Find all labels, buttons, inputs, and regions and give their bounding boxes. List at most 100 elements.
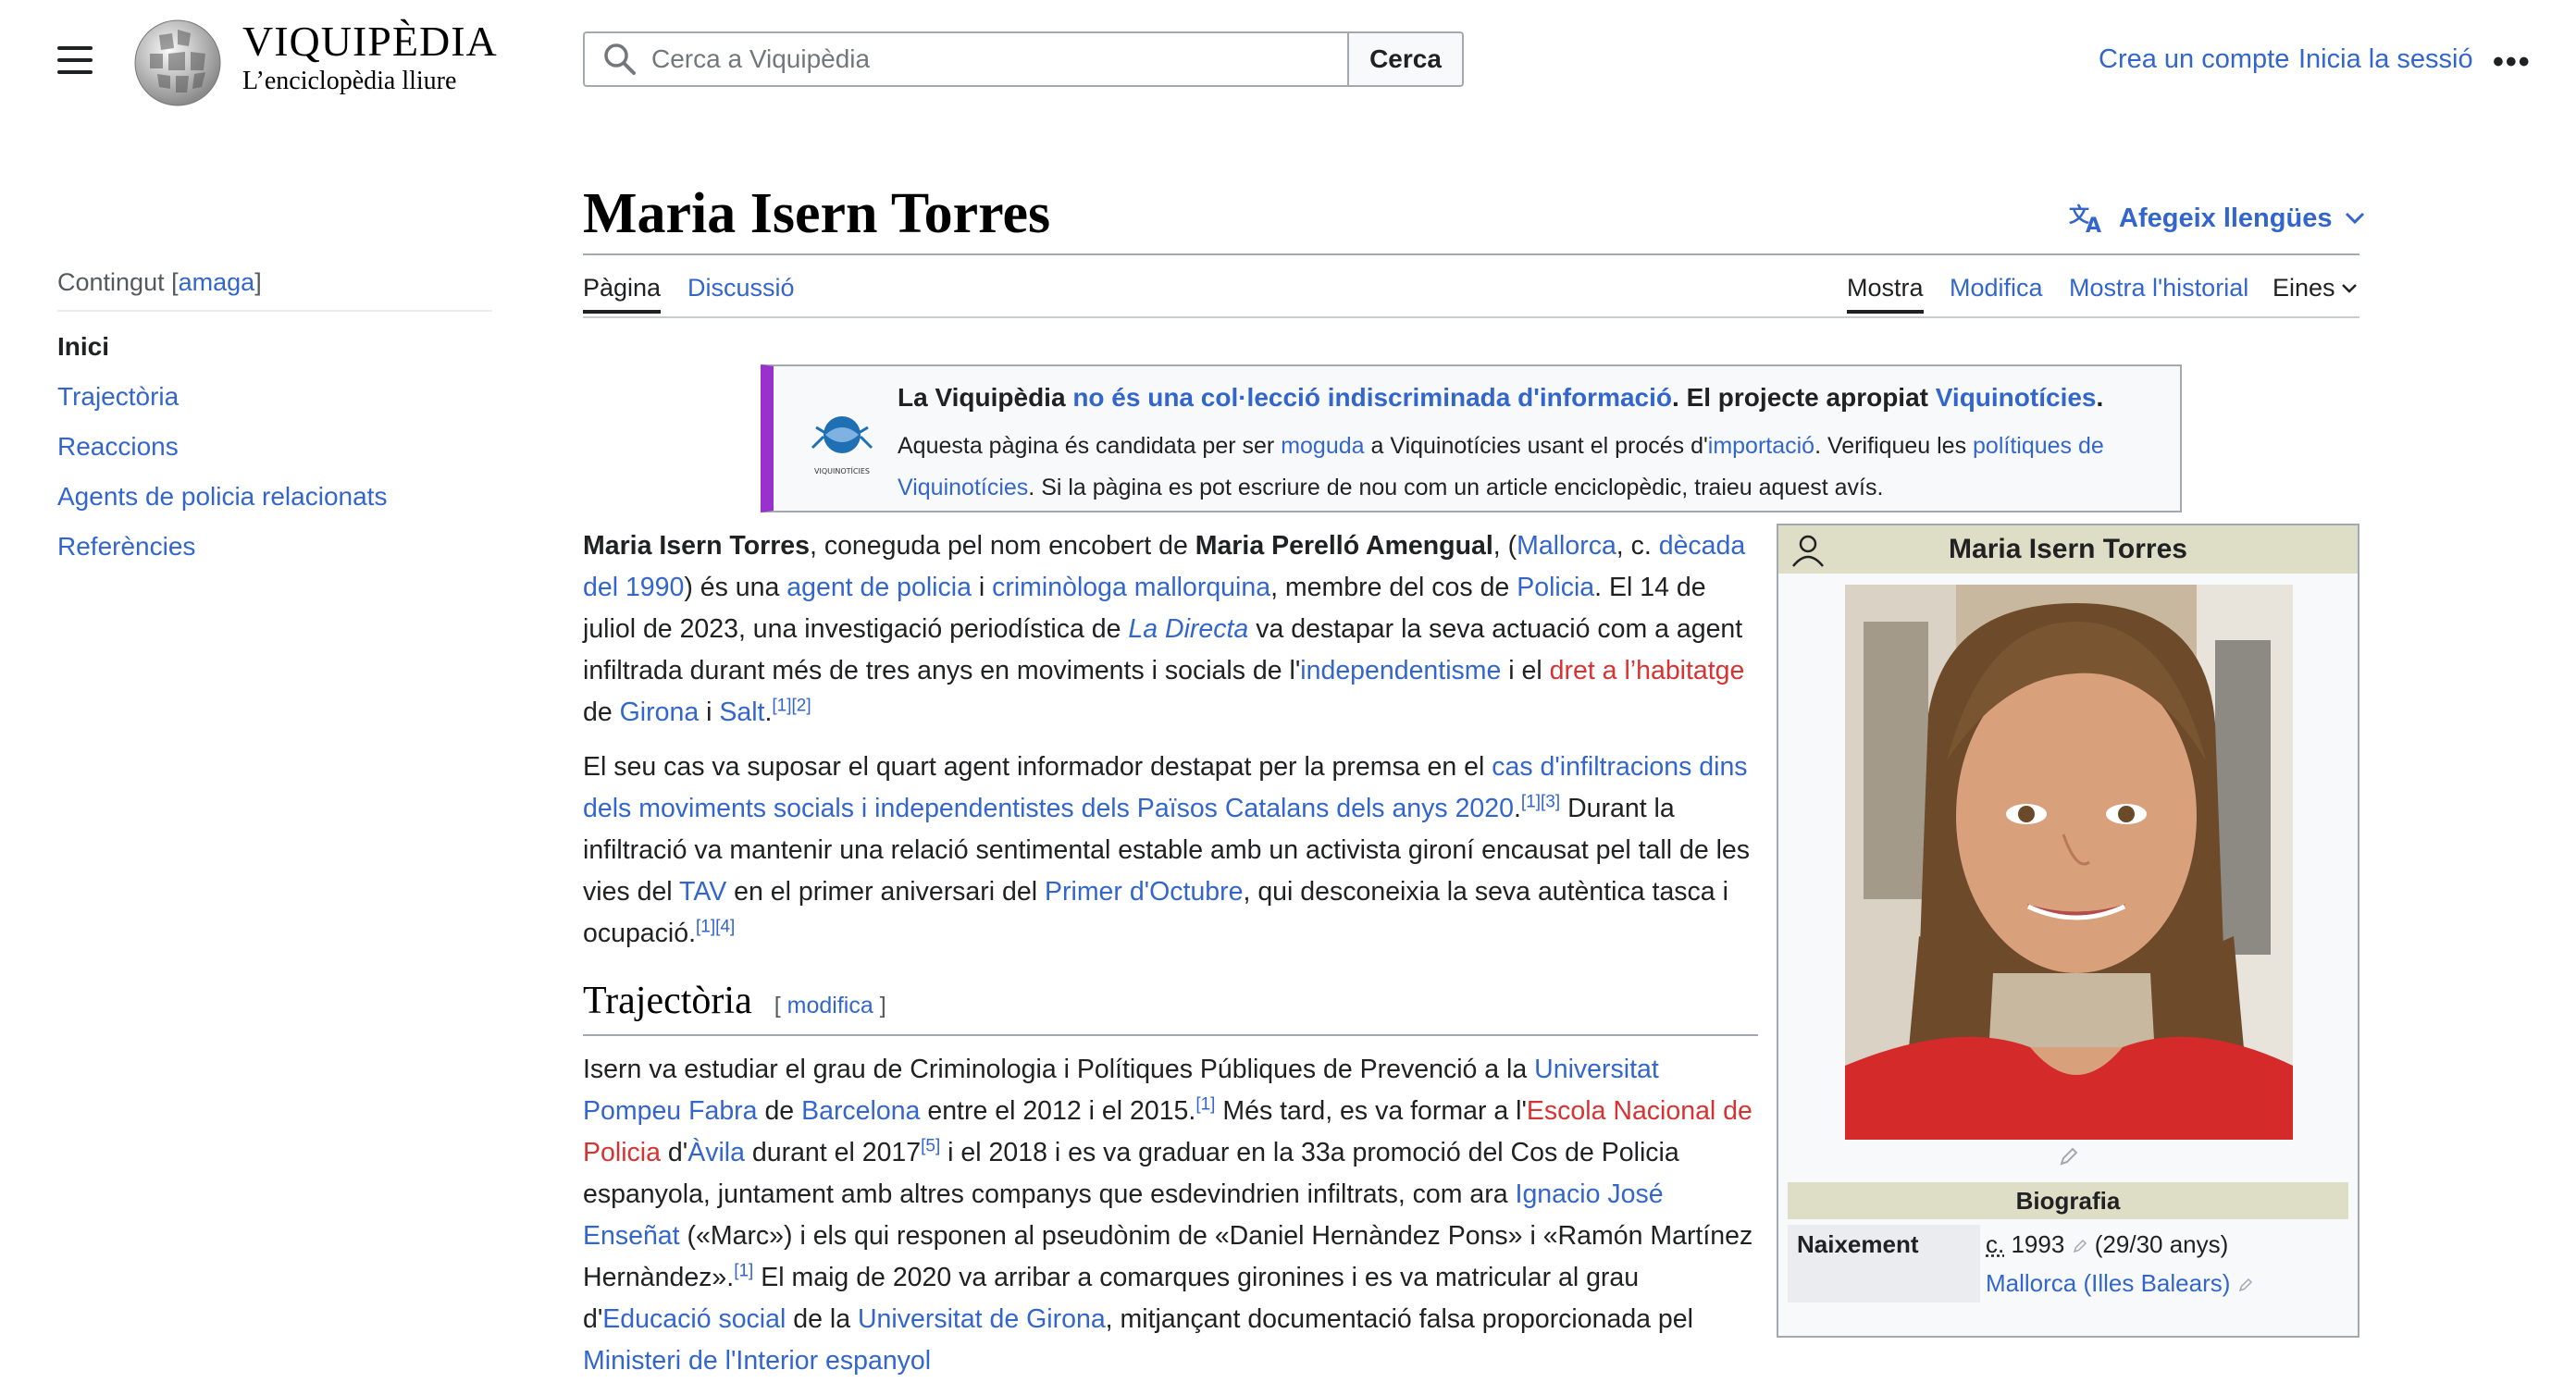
wikipedia-globe-icon[interactable] [131, 17, 224, 109]
notice-body: Aquesta pàgina és candidata per ser mogu… [898, 426, 2174, 509]
title-divider [583, 253, 2359, 255]
link-social-education[interactable]: Educació social [602, 1304, 786, 1334]
create-account-link[interactable]: Crea un compte [2099, 44, 2289, 75]
add-languages-button[interactable]: 文 A Afegeix llengües [2069, 202, 2365, 235]
link-primer-octubre[interactable]: Primer d'Octubre [1045, 877, 1244, 907]
article-body: Maria Isern Torres, coneguda pel nom enc… [583, 525, 1758, 1395]
notice-text: . Si la pàgina es pot escriure de nou co… [1028, 475, 1884, 500]
notice-text: . Verifiqueu les [1814, 433, 1974, 459]
birth-year: 1993 [2004, 1230, 2065, 1258]
text: Isern va estudiar el grau de Criminologi… [583, 1055, 1535, 1084]
notice-text: . [2096, 383, 2104, 412]
reference-link[interactable]: [2] [792, 697, 811, 716]
search-button[interactable]: Cerca [1347, 31, 1464, 87]
edit-image-pencil-icon[interactable] [2058, 1145, 2080, 1167]
birth-date: c. 1993 (29/30 anys) [1986, 1230, 2228, 1259]
toc-item-referencies[interactable]: Referències [57, 532, 492, 562]
site-wordmark[interactable]: VIQUIPÈDIA [242, 17, 498, 66]
text: de [583, 698, 620, 727]
text: , mitjançant documentació falsa proporci… [1105, 1304, 1693, 1334]
site-tagline: L’enciclopèdia lliure [242, 67, 457, 95]
text: , coneguda pel nom encobert de [810, 531, 1195, 561]
link-barcelona[interactable]: Barcelona [801, 1096, 920, 1126]
paragraph-3: Isern va estudiar el grau de Criminologi… [583, 1049, 1758, 1382]
redlink-housing-right[interactable]: dret a l’habitatge [1550, 656, 1745, 685]
tabs-divider [583, 316, 2359, 318]
link-independentisme[interactable]: independentisme [1300, 656, 1501, 685]
reference-link[interactable]: [1] [734, 1262, 753, 1281]
link-udg[interactable]: Universitat de Girona [858, 1304, 1106, 1334]
tab-page[interactable]: Pàgina [583, 274, 662, 314]
link-salt[interactable]: Salt [719, 698, 764, 727]
text: , ( [1492, 531, 1517, 561]
toc-title: Contingut [57, 268, 165, 296]
viquinoticies-link[interactable]: Viquinotícies [1936, 383, 2097, 412]
link-criminologist[interactable]: criminòloga mallorquina [992, 573, 1270, 602]
text: i el [1501, 656, 1550, 685]
infobox: Maria Isern Torres Biografia Naixement c… [1777, 524, 2359, 1338]
text: , membre del cos de [1270, 573, 1517, 602]
link-girona[interactable]: Girona [620, 698, 700, 727]
text: . [1513, 794, 1521, 823]
toc-item-agents[interactable]: Agents de policia relacionats [57, 482, 492, 512]
bracket: [ [774, 993, 781, 1018]
search-field[interactable] [583, 31, 1347, 87]
link-mallorca[interactable]: Mallorca [1517, 531, 1616, 561]
moguda-link[interactable]: moguda [1281, 433, 1364, 459]
infobox-title: Maria Isern Torres [1778, 525, 2358, 574]
reference-link[interactable]: [1] [772, 697, 791, 716]
reference-link[interactable]: [1] [696, 918, 715, 937]
text: de la [786, 1304, 858, 1334]
tab-history[interactable]: Mostra l'historial [2069, 274, 2248, 314]
more-options-icon[interactable]: ••• [2493, 44, 2532, 80]
reference-link[interactable]: [5] [921, 1137, 940, 1156]
link-la-directa[interactable]: La Directa [1128, 614, 1248, 644]
indiscriminate-info-link[interactable]: no és una col·lecció indiscriminada d'in… [1072, 383, 1672, 412]
search-icon [604, 43, 636, 75]
search-input[interactable] [650, 43, 1301, 75]
section-heading-trajectoria: Trajectòria [ modifica ] [583, 981, 1758, 1036]
edit-pencil-icon[interactable] [2072, 1238, 2088, 1254]
toc-item-inici[interactable]: Inici [57, 332, 492, 362]
edit-pencil-icon[interactable] [2237, 1277, 2254, 1293]
link-policia[interactable]: Policia [1517, 573, 1594, 602]
importacio-link[interactable]: importació [1708, 433, 1814, 459]
text: d' [660, 1138, 688, 1167]
login-link[interactable]: Inicia la sessió [2298, 44, 2473, 75]
tab-talk[interactable]: Discussió [687, 274, 795, 314]
reference-link[interactable]: [1] [1195, 1095, 1215, 1115]
toc-heading: Contingut [amaga] [57, 268, 492, 312]
link-tav[interactable]: TAV [679, 877, 726, 907]
toc-bracket-open: [ [171, 268, 179, 296]
tab-edit[interactable]: Modifica [1950, 274, 2043, 314]
reference-link[interactable]: [4] [715, 918, 735, 937]
link-avila[interactable]: Àvila [687, 1138, 745, 1167]
link-interior-ministry[interactable]: Ministeri de l'Interior espanyol [583, 1346, 931, 1376]
toc-item-reaccions[interactable]: Reaccions [57, 432, 492, 462]
link-police-agent[interactable]: agent de policia [786, 573, 972, 602]
edit-section-link[interactable]: modifica [787, 993, 873, 1018]
svg-text:A: A [2086, 215, 2101, 235]
toc-bracket-close: ] [254, 268, 262, 296]
notice-text: . El projecte apropiat [1672, 383, 1936, 412]
birth-label: Naixement [1788, 1225, 1980, 1302]
site-header: VIQUIPÈDIA L’enciclopèdia lliure Cerca C… [0, 0, 2576, 120]
tools-dropdown[interactable]: Eines [2273, 274, 2358, 314]
table-of-contents: Contingut [amaga] Inici Trajectòria Reac… [57, 268, 492, 562]
notice-heading: La Viquipèdia no és una col·lecció indis… [898, 383, 2103, 413]
add-languages-label: Afegeix llengües [2119, 203, 2333, 233]
text: El seu cas va suposar el quart agent inf… [583, 752, 1492, 782]
birth-place: Mallorca (Illes Balears) [1986, 1269, 2254, 1298]
tab-read[interactable]: Mostra [1847, 274, 1924, 314]
notice-text: a Viquinotícies usant el procés d' [1364, 433, 1708, 459]
toc-hide-link[interactable]: amaga [179, 268, 255, 296]
reference-link[interactable]: [1] [1521, 793, 1541, 812]
reference-link[interactable]: [3] [1541, 793, 1560, 812]
text: i [699, 698, 720, 727]
toc-item-trajectoria[interactable]: Trajectòria [57, 382, 492, 412]
notice-text: Aquesta pàgina és candidata per ser [898, 433, 1282, 459]
birth-place-link[interactable]: Mallorca (Illes Balears) [1986, 1269, 2230, 1297]
main-menu-icon[interactable] [57, 46, 93, 74]
wikinews-logo-text: VIQUINOTÍCIES [814, 465, 870, 475]
portrait-photo[interactable] [1845, 585, 2293, 1140]
